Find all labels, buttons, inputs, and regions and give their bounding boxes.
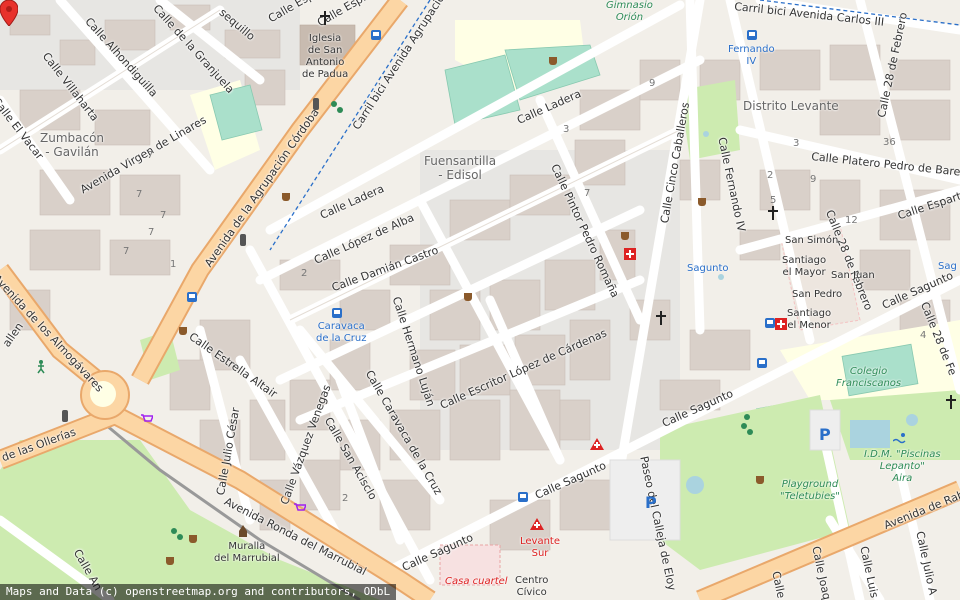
svg-text:P: P — [819, 426, 831, 442]
svg-text:P: P — [645, 494, 657, 510]
house-number: 7 — [584, 188, 591, 199]
house-number: 3 — [563, 124, 570, 135]
bus-stop-icon[interactable] — [747, 30, 757, 40]
poi-levante-sur[interactable]: Levante Sur — [520, 536, 560, 560]
bus-stop-icon[interactable] — [518, 492, 528, 502]
cafe-icon[interactable] — [697, 197, 709, 207]
traffic-signals-icon[interactable] — [240, 234, 246, 246]
poi-muralla[interactable]: Muralla del Marrubial — [214, 541, 280, 565]
tree-icon[interactable] — [170, 527, 184, 541]
pharmacy-icon[interactable] — [624, 248, 636, 260]
house-number: 7 — [148, 227, 155, 238]
cafe-icon[interactable] — [281, 192, 293, 202]
cafe-icon[interactable] — [463, 292, 475, 302]
poi-colegio-franciscanos[interactable]: Colegio Franciscanos — [836, 366, 901, 390]
house-number: 2 — [342, 493, 349, 504]
area-distrito-levante: Distrito Levante — [743, 99, 839, 113]
pedestrian-icon[interactable] — [35, 360, 47, 374]
shop-icon[interactable] — [294, 503, 306, 513]
poi-playground[interactable]: Playground "Teletubies" — [780, 479, 840, 503]
bus-stop-icon[interactable] — [765, 318, 775, 328]
cafe-icon[interactable] — [755, 475, 767, 485]
cafe-icon[interactable] — [165, 556, 177, 566]
tree-icon[interactable] — [740, 412, 754, 438]
church-icon[interactable] — [318, 11, 332, 25]
church-icon[interactable] — [654, 311, 668, 325]
clinic-icon[interactable] — [530, 518, 544, 530]
cafe-icon[interactable] — [620, 231, 632, 241]
parking-icon[interactable]: P — [818, 426, 832, 442]
bus-stop-icon[interactable] — [187, 292, 197, 302]
playground-icon[interactable] — [330, 100, 344, 114]
pharmacy-icon[interactable] — [775, 318, 787, 330]
house-number: 4 — [920, 330, 927, 341]
house-number: 2 — [767, 170, 774, 181]
hospital-icon[interactable] — [590, 438, 604, 450]
house-number: 7 — [136, 189, 143, 200]
cafe-icon[interactable] — [548, 56, 560, 66]
house-number: 9 — [649, 78, 656, 89]
house-number: 2 — [301, 268, 308, 279]
swimming-icon[interactable] — [893, 432, 907, 444]
poi-sagunto-stop[interactable]: Sagunto — [687, 263, 729, 275]
monument-icon[interactable] — [237, 525, 249, 537]
bus-stop-icon[interactable] — [371, 30, 381, 40]
cafe-icon[interactable] — [178, 326, 190, 336]
poi-iglesia-san-antonio[interactable]: Iglesia de San Antonio de Padua — [302, 33, 348, 81]
shop-icon[interactable] — [141, 414, 153, 424]
area-zumbacon: Zumbacón - Gavilán — [40, 131, 105, 159]
map-attribution[interactable]: Maps and Data (c) openstreetmap.org and … — [0, 584, 397, 600]
area-fuensantilla: Fuensantilla - Edisol — [424, 154, 497, 182]
house-number: 7 — [147, 150, 154, 161]
poi-sag-stop[interactable]: Sag — [938, 261, 957, 273]
poi-idm-piscinas[interactable]: I.D.M. "Piscinas Lepanto" Aira — [864, 449, 941, 485]
traffic-signals-icon[interactable] — [62, 410, 68, 422]
church-icon[interactable] — [944, 395, 958, 409]
poi-san-pedro[interactable]: San Pedro — [792, 289, 842, 301]
poi-santiago-mayor[interactable]: Santiago el Mayor — [782, 255, 826, 279]
poi-san-juan[interactable]: San Juan — [831, 270, 875, 282]
house-number: 7 — [123, 246, 130, 257]
house-number: 12 — [845, 215, 858, 226]
bus-stop-icon[interactable] — [757, 358, 767, 368]
traffic-signals-icon[interactable] — [313, 98, 319, 110]
house-number: 7 — [160, 210, 167, 221]
location-marker-icon[interactable] — [0, 0, 18, 26]
poi-caravaca-stop[interactable]: Caravaca de la Cruz — [316, 321, 366, 345]
poi-centro-civico[interactable]: Centro Cívico — [515, 575, 548, 599]
house-number: 36 — [883, 137, 896, 148]
poi-gimnasio-orion[interactable]: Gimnasio Orión — [606, 0, 653, 24]
poi-santiago-menor[interactable]: Santiago el Menor — [787, 308, 831, 332]
cafe-icon[interactable] — [188, 534, 200, 544]
house-number: 1 — [170, 259, 177, 270]
map-view[interactable]: Zumbacón - Gavilán Fuensantilla - Edisol… — [0, 0, 960, 600]
poi-casa-cuartel[interactable]: Casa cuartel — [445, 576, 508, 588]
church-icon[interactable] — [766, 206, 780, 220]
house-number: 9 — [810, 174, 817, 185]
poi-san-simon[interactable]: San Simón — [785, 235, 838, 247]
poi-fernando-iv-stop[interactable]: Fernando IV — [728, 44, 775, 68]
house-number: 5 — [770, 195, 777, 206]
house-number: 3 — [793, 138, 800, 149]
bus-stop-icon[interactable] — [332, 308, 342, 318]
parking-icon[interactable]: P — [644, 494, 658, 510]
